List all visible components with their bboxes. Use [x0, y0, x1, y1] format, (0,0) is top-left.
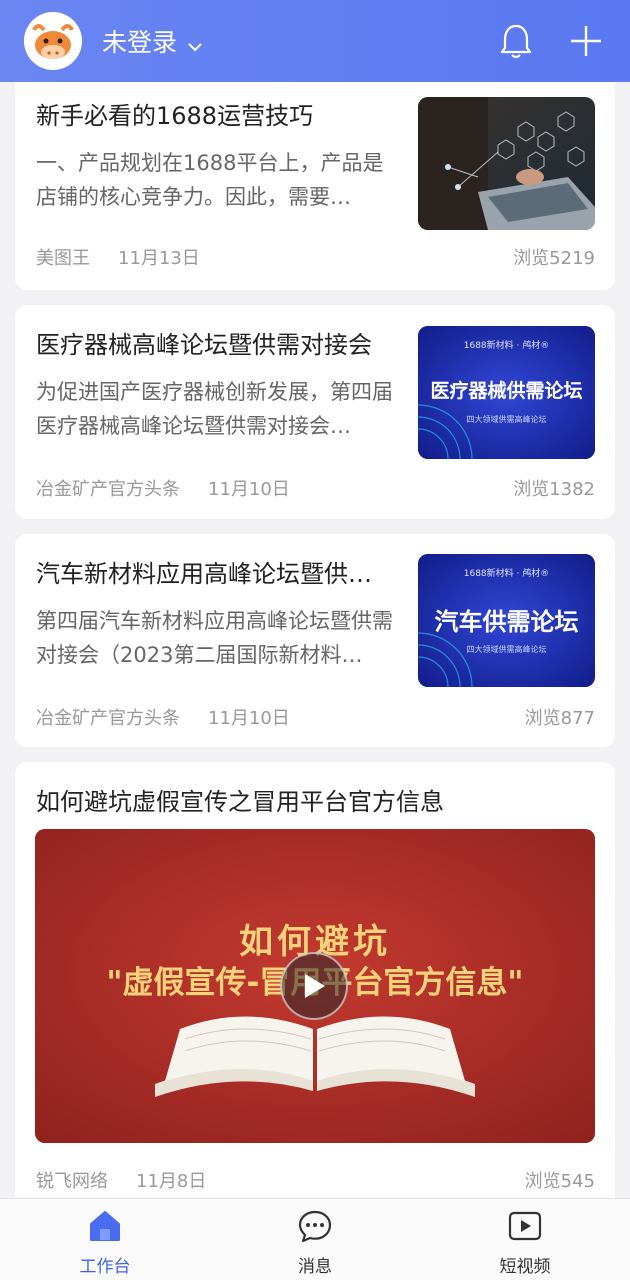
video-author: 锐飞网络: [36, 1171, 108, 1192]
tab-label: 短视频: [499, 1257, 551, 1277]
article-title: 新手必看的1688运营技巧: [36, 102, 314, 130]
article-date: 11月10日: [208, 708, 290, 729]
article-card[interactable]: 新手必看的1688运营技巧 一、产品规划在1688平台上，产品是店铺的核心竞争力…: [15, 82, 615, 290]
tab-label: 工作台: [79, 1257, 131, 1277]
chat-icon: [297, 1209, 333, 1247]
article-feed[interactable]: 新手必看的1688运营技巧 一、产品规划在1688平台上，产品是店铺的核心竞争力…: [0, 82, 630, 1198]
top-bar: 未登录: [0, 0, 630, 82]
thumb-brand: 1688新材料 · 鸬材®: [463, 341, 550, 351]
tab-short-video[interactable]: 短视频: [420, 1199, 630, 1280]
article-author: 冶金矿产官方头条: [36, 708, 180, 729]
plus-icon[interactable]: [566, 21, 606, 61]
video-meta: 锐飞网络 11月8日 浏览545: [36, 1167, 595, 1193]
article-date: 11月10日: [208, 479, 290, 500]
thumb-brand: 1688新材料 · 鸬材®: [463, 569, 550, 579]
article-date: 11月13日: [118, 248, 200, 269]
video-views: 浏览545: [524, 1171, 595, 1192]
login-status[interactable]: 未登录: [102, 23, 203, 59]
thumb-headline: 汽车供需论坛: [434, 608, 579, 636]
article-card[interactable]: 汽车新材料应用高峰论坛暨供… 第四届汽车新材料应用高峰论坛暨供需对接会（2023…: [15, 534, 615, 747]
tab-workbench[interactable]: 工作台: [0, 1199, 210, 1280]
article-summary: 第四届汽车新材料应用高峰论坛暨供需对接会（2023第二届国际新材料…: [36, 609, 393, 667]
chevron-down-icon: [187, 29, 203, 58]
article-author: 冶金矿产官方头条: [36, 479, 180, 500]
article-thumbnail: [418, 97, 595, 230]
article-views: 浏览5219: [513, 248, 595, 269]
article-thumbnail: 1688新材料 · 鸬材® 汽车供需论坛 四大领域供需高峰论坛: [418, 554, 595, 687]
avatar[interactable]: [24, 12, 82, 70]
article-title: 医疗器械高峰论坛暨供需对接会: [36, 331, 372, 359]
article-meta: 美图王 11月13日 浏览5219: [36, 244, 595, 270]
tab-label: 消息: [298, 1257, 332, 1277]
bottom-tab-bar: 工作台 消息 短视频: [0, 1198, 630, 1280]
login-status-label: 未登录: [102, 28, 178, 57]
play-icon[interactable]: [280, 952, 348, 1020]
thumb-subtitle: 四大领域供需高峰论坛: [466, 645, 547, 654]
article-views: 浏览1382: [513, 479, 595, 500]
article-author: 美图王: [36, 248, 90, 269]
video-card[interactable]: 如何避坑虚假宣传之冒用平台官方信息 如何避坑 锐飞网络 11月8日 浏览545: [15, 762, 615, 1198]
thumb-headline: 医疗器械供需论坛: [430, 380, 583, 402]
video-poster[interactable]: 如何避坑 "虚假宣传-冒用平台官方信息": [35, 829, 595, 1143]
article-views: 浏览877: [524, 708, 595, 729]
article-card[interactable]: 医疗器械高峰论坛暨供需对接会 为促进国产医疗器械创新发展，第四届医疗器械高峰论坛…: [15, 305, 615, 519]
thumb-subtitle: 四大领域供需高峰论坛: [466, 415, 547, 424]
article-title: 汽车新材料应用高峰论坛暨供…: [36, 560, 372, 588]
video-title: 如何避坑虚假宣传之冒用平台官方信息: [36, 788, 444, 816]
cow-avatar-icon: [24, 12, 82, 70]
article-summary: 为促进国产医疗器械创新发展，第四届医疗器械高峰论坛暨供需对接会…: [36, 380, 393, 438]
article-summary: 一、产品规划在1688平台上，产品是店铺的核心竞争力。因此，需要…: [36, 151, 384, 209]
article-meta: 冶金矿产官方头条 11月10日 浏览877: [36, 704, 595, 730]
home-icon: [87, 1209, 123, 1247]
tab-messages[interactable]: 消息: [210, 1199, 420, 1280]
article-meta: 冶金矿产官方头条 11月10日 浏览1382: [36, 475, 595, 501]
video-date: 11月8日: [136, 1171, 207, 1192]
bell-icon[interactable]: [496, 21, 536, 61]
play-square-icon: [507, 1209, 543, 1247]
article-thumbnail: 1688新材料 · 鸬材® 医疗器械供需论坛 四大领域供需高峰论坛: [418, 326, 595, 459]
